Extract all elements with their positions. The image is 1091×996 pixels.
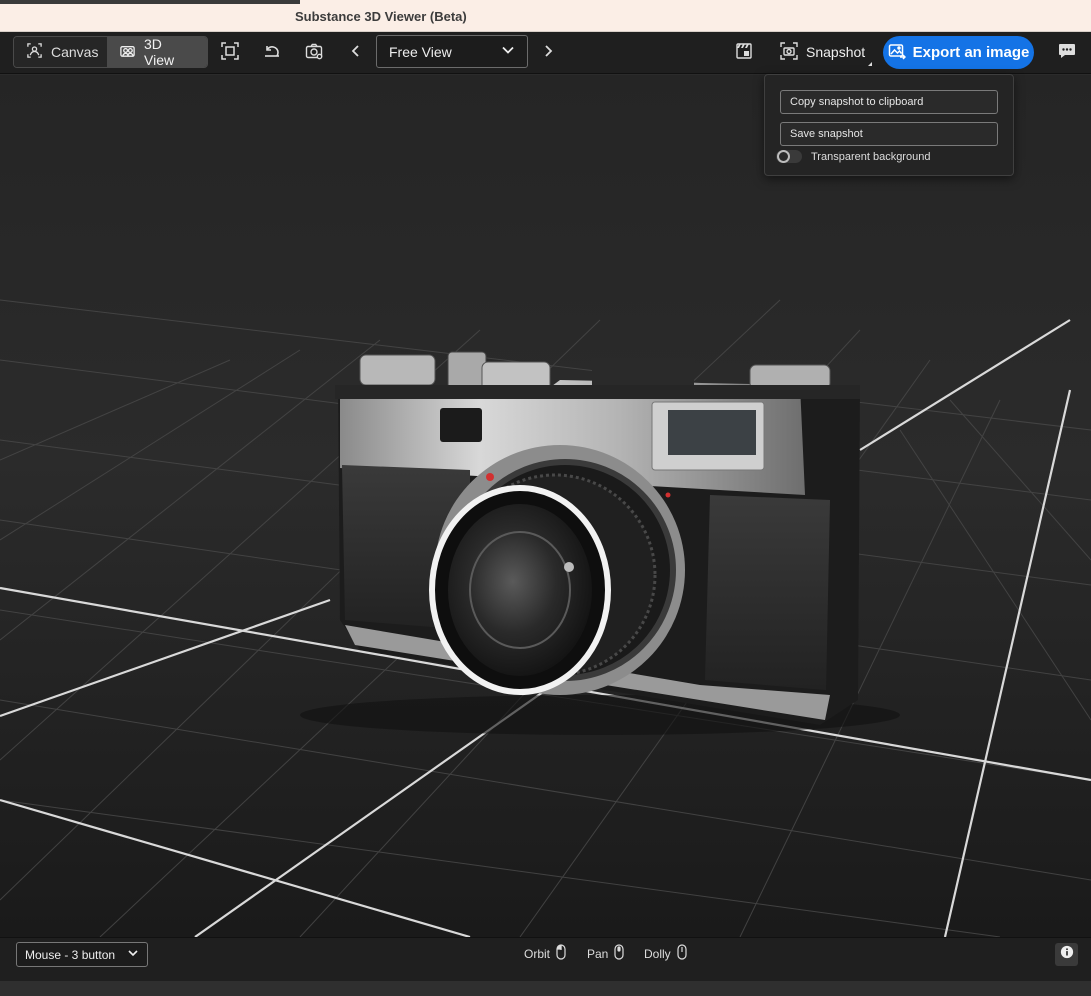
canvas-tab-label: Canvas bbox=[51, 44, 99, 60]
snapshot-menu: Copy snapshot to clipboard Save snapshot… bbox=[764, 74, 1014, 176]
pan-hint: Pan bbox=[587, 944, 624, 963]
view-mode-toggle: Canvas 3D View bbox=[13, 36, 208, 68]
transparent-background-row: Transparent background bbox=[776, 150, 930, 163]
dolly-label: Dolly bbox=[644, 946, 671, 961]
dolly-hint: Dolly bbox=[644, 944, 687, 963]
3d-view-tab[interactable]: 3D View bbox=[107, 37, 207, 67]
mouse-mode-dropdown[interactable]: Mouse - 3 button bbox=[16, 942, 148, 967]
chat-icon[interactable] bbox=[1056, 40, 1078, 62]
clapperboard-icon[interactable] bbox=[733, 40, 755, 62]
title-bar: Substance 3D Viewer (Beta) bbox=[0, 0, 1091, 32]
3d-view-tab-label: 3D View bbox=[144, 36, 175, 68]
camera-view-value: Free View bbox=[389, 43, 452, 60]
chevron-down-icon bbox=[127, 947, 139, 962]
mouse-scroll-icon bbox=[677, 944, 687, 963]
copy-snapshot-button[interactable]: Copy snapshot to clipboard bbox=[780, 90, 998, 114]
mouse-mode-value: Mouse - 3 button bbox=[25, 947, 116, 962]
image-export-icon bbox=[888, 42, 906, 64]
export-label: Export an image bbox=[912, 44, 1030, 61]
scene-render bbox=[0, 75, 1091, 937]
3d-viewport[interactable] bbox=[0, 75, 1091, 937]
toggle-knob bbox=[777, 150, 790, 163]
info-button[interactable] bbox=[1055, 943, 1078, 966]
menu-indicator-icon bbox=[868, 62, 872, 66]
info-icon bbox=[1060, 945, 1074, 964]
window-title: Substance 3D Viewer (Beta) bbox=[295, 9, 467, 24]
transparent-background-toggle[interactable] bbox=[776, 150, 802, 163]
snapshot-label: Snapshot bbox=[806, 44, 866, 60]
orbit-label: Orbit bbox=[524, 946, 551, 961]
undo-icon[interactable] bbox=[261, 40, 283, 62]
snapshot-icon bbox=[780, 41, 798, 63]
canvas-tab[interactable]: Canvas bbox=[14, 37, 107, 67]
chevron-left-icon[interactable] bbox=[345, 40, 367, 62]
frame-icon[interactable] bbox=[219, 40, 241, 62]
transparent-background-label: Transparent background bbox=[811, 150, 931, 163]
3d-view-icon bbox=[119, 42, 136, 62]
save-snapshot-button[interactable]: Save snapshot bbox=[780, 122, 998, 146]
export-image-button[interactable]: Export an image bbox=[883, 36, 1034, 69]
canvas-icon bbox=[26, 42, 43, 62]
window-edge bbox=[0, 0, 300, 4]
pan-label: Pan bbox=[587, 946, 609, 961]
camera-settings-icon[interactable] bbox=[303, 40, 325, 62]
window-bottom-edge bbox=[0, 981, 1091, 996]
orbit-hint: Orbit bbox=[524, 944, 566, 963]
chevron-down-icon bbox=[501, 43, 515, 60]
status-bar: Mouse - 3 button Orbit Pan Dolly bbox=[0, 937, 1091, 981]
mouse-left-icon bbox=[556, 944, 566, 963]
snapshot-button[interactable]: Snapshot bbox=[780, 38, 872, 66]
mouse-middle-icon bbox=[614, 944, 624, 963]
top-toolbar: Canvas 3D View Free View Snapshot Export… bbox=[0, 32, 1091, 74]
camera-view-dropdown[interactable]: Free View bbox=[376, 35, 528, 68]
chevron-right-icon[interactable] bbox=[537, 40, 559, 62]
